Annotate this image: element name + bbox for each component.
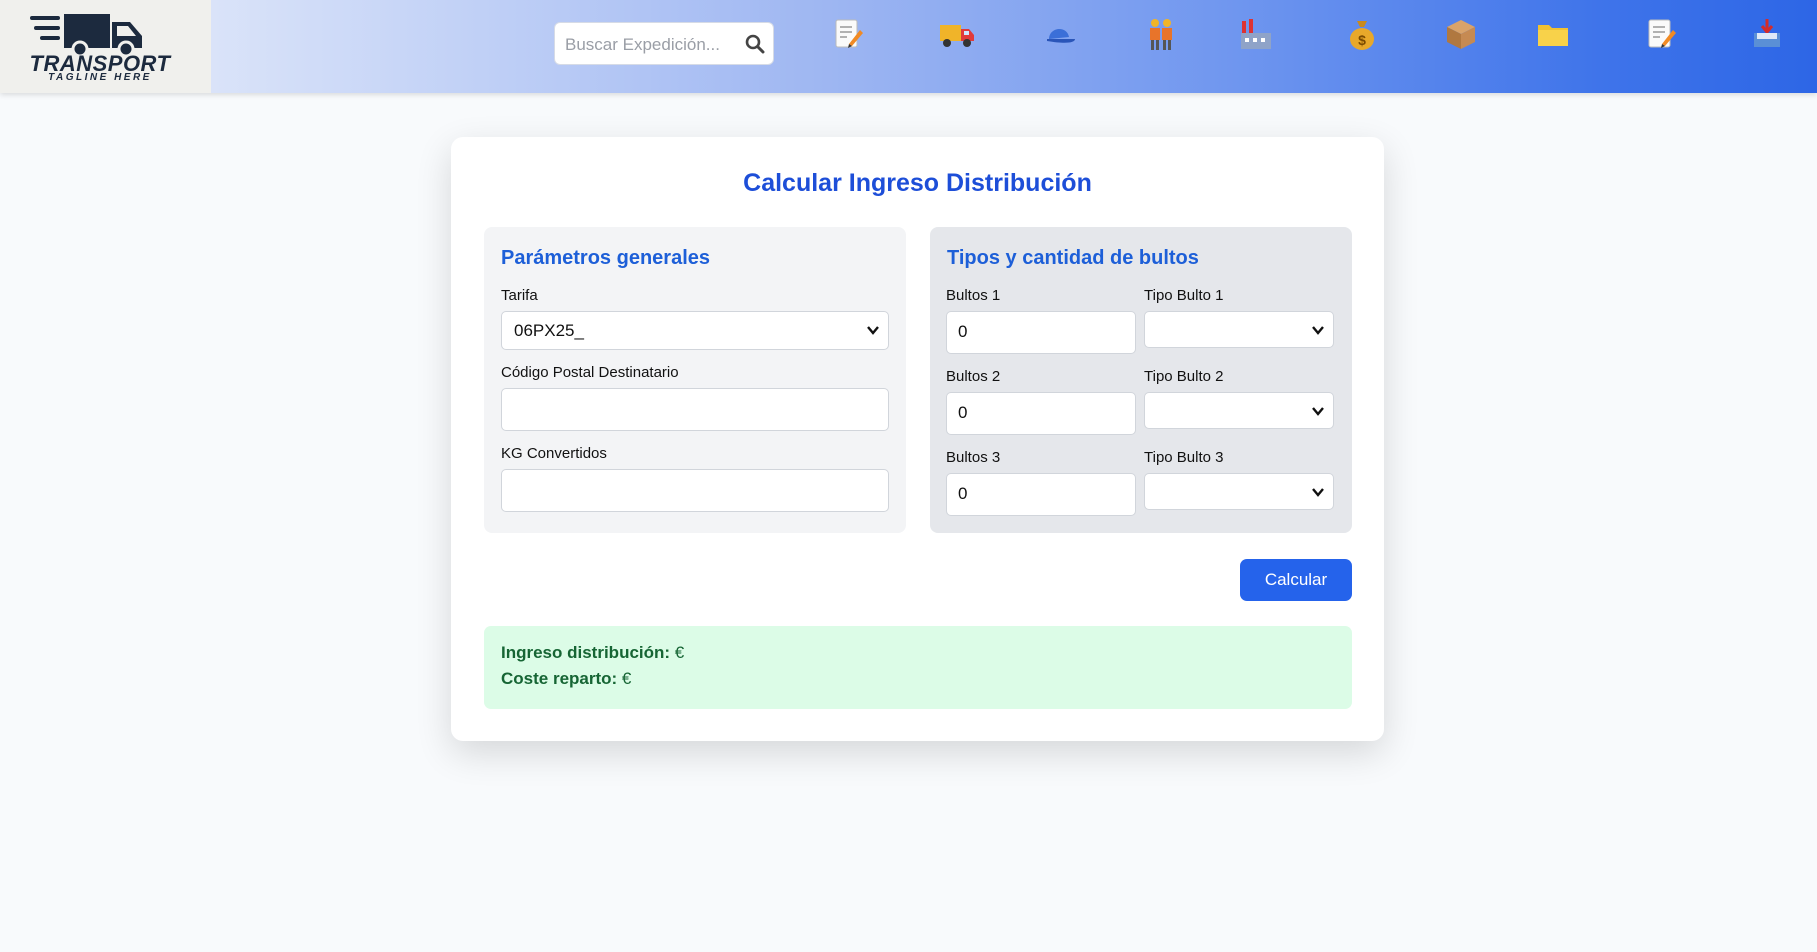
bultos-2-label: Bultos 2 <box>946 368 1001 385</box>
tipo-bulto-2-select[interactable] <box>1144 392 1334 429</box>
page-title: Calcular Ingreso Distribución <box>743 169 1092 197</box>
logo[interactable]: TRANSPORT TAGLINE HERE <box>0 0 211 93</box>
bultos-2-input[interactable]: 0 <box>946 392 1136 435</box>
search-input[interactable] <box>563 23 737 66</box>
tipo-bulto-3-label: Tipo Bulto 3 <box>1144 449 1224 466</box>
memo-icon[interactable] <box>828 14 868 54</box>
kg-input[interactable] <box>501 469 889 512</box>
workers-icon[interactable] <box>1141 14 1181 54</box>
result-box: Ingreso distribución: € Coste reparto: € <box>484 626 1352 709</box>
factory-icon[interactable] <box>1236 14 1276 54</box>
money-bag-icon[interactable]: $ <box>1342 14 1382 54</box>
delivery-truck-icon[interactable] <box>937 14 977 54</box>
calc-form-card: Calcular Ingreso Distribución Parámetros… <box>451 137 1384 741</box>
ingreso-result: Ingreso distribución: € <box>501 643 684 663</box>
bultos-1-input[interactable]: 0 <box>946 311 1136 354</box>
tipo-bulto-1-select[interactable] <box>1144 311 1334 348</box>
tipo-bulto-1-label: Tipo Bulto 1 <box>1144 287 1224 304</box>
chevron-down-icon <box>867 326 879 335</box>
general-params-panel: Parámetros generales Tarifa 06PX25_ Códi… <box>484 227 906 533</box>
bultos-3-label: Bultos 3 <box>946 449 1001 466</box>
tipo-bulto-2-label: Tipo Bulto 2 <box>1144 368 1224 385</box>
kg-label: KG Convertidos <box>501 445 607 462</box>
svg-text:$: $ <box>1358 32 1366 48</box>
brand-tagline: TAGLINE HERE <box>48 72 152 83</box>
bultos-panel: Tipos y cantidad de bultos Bultos 1 0 Ti… <box>930 227 1352 533</box>
coste-result: Coste reparto: € <box>501 669 631 689</box>
package-icon[interactable] <box>1441 14 1481 54</box>
folder-icon[interactable] <box>1533 14 1573 54</box>
coste-label: Coste reparto: <box>501 669 618 688</box>
chevron-down-icon <box>1312 326 1324 335</box>
tarifa-label: Tarifa <box>501 287 538 304</box>
ingreso-value: € <box>674 643 685 662</box>
memo-icon[interactable] <box>1641 14 1681 54</box>
cap-icon[interactable] <box>1040 14 1080 54</box>
inbox-tray-icon[interactable] <box>1747 14 1787 54</box>
ingreso-label: Ingreso distribución: <box>501 643 671 662</box>
general-params-title: Parámetros generales <box>501 247 711 269</box>
cp-input[interactable] <box>501 388 889 431</box>
bultos-1-label: Bultos 1 <box>946 287 1001 304</box>
cp-label: Código Postal Destinatario <box>501 364 679 381</box>
search-icon[interactable] <box>745 34 765 54</box>
bultos-title: Tipos y cantidad de bultos <box>947 247 1199 269</box>
search-box <box>554 22 774 66</box>
tarifa-select[interactable]: 06PX25_ <box>501 311 889 350</box>
truck-logo-icon <box>30 14 142 56</box>
tarifa-value: 06PX25_ <box>514 321 584 340</box>
tipo-bulto-3-select[interactable] <box>1144 473 1334 510</box>
coste-value: € <box>621 669 632 688</box>
chevron-down-icon <box>1312 488 1324 497</box>
chevron-down-icon <box>1312 407 1324 416</box>
top-navbar: TRANSPORT TAGLINE HERE $ <box>0 0 1817 93</box>
bultos-3-input[interactable]: 0 <box>946 473 1136 516</box>
calcular-button[interactable]: Calcular <box>1240 559 1352 601</box>
